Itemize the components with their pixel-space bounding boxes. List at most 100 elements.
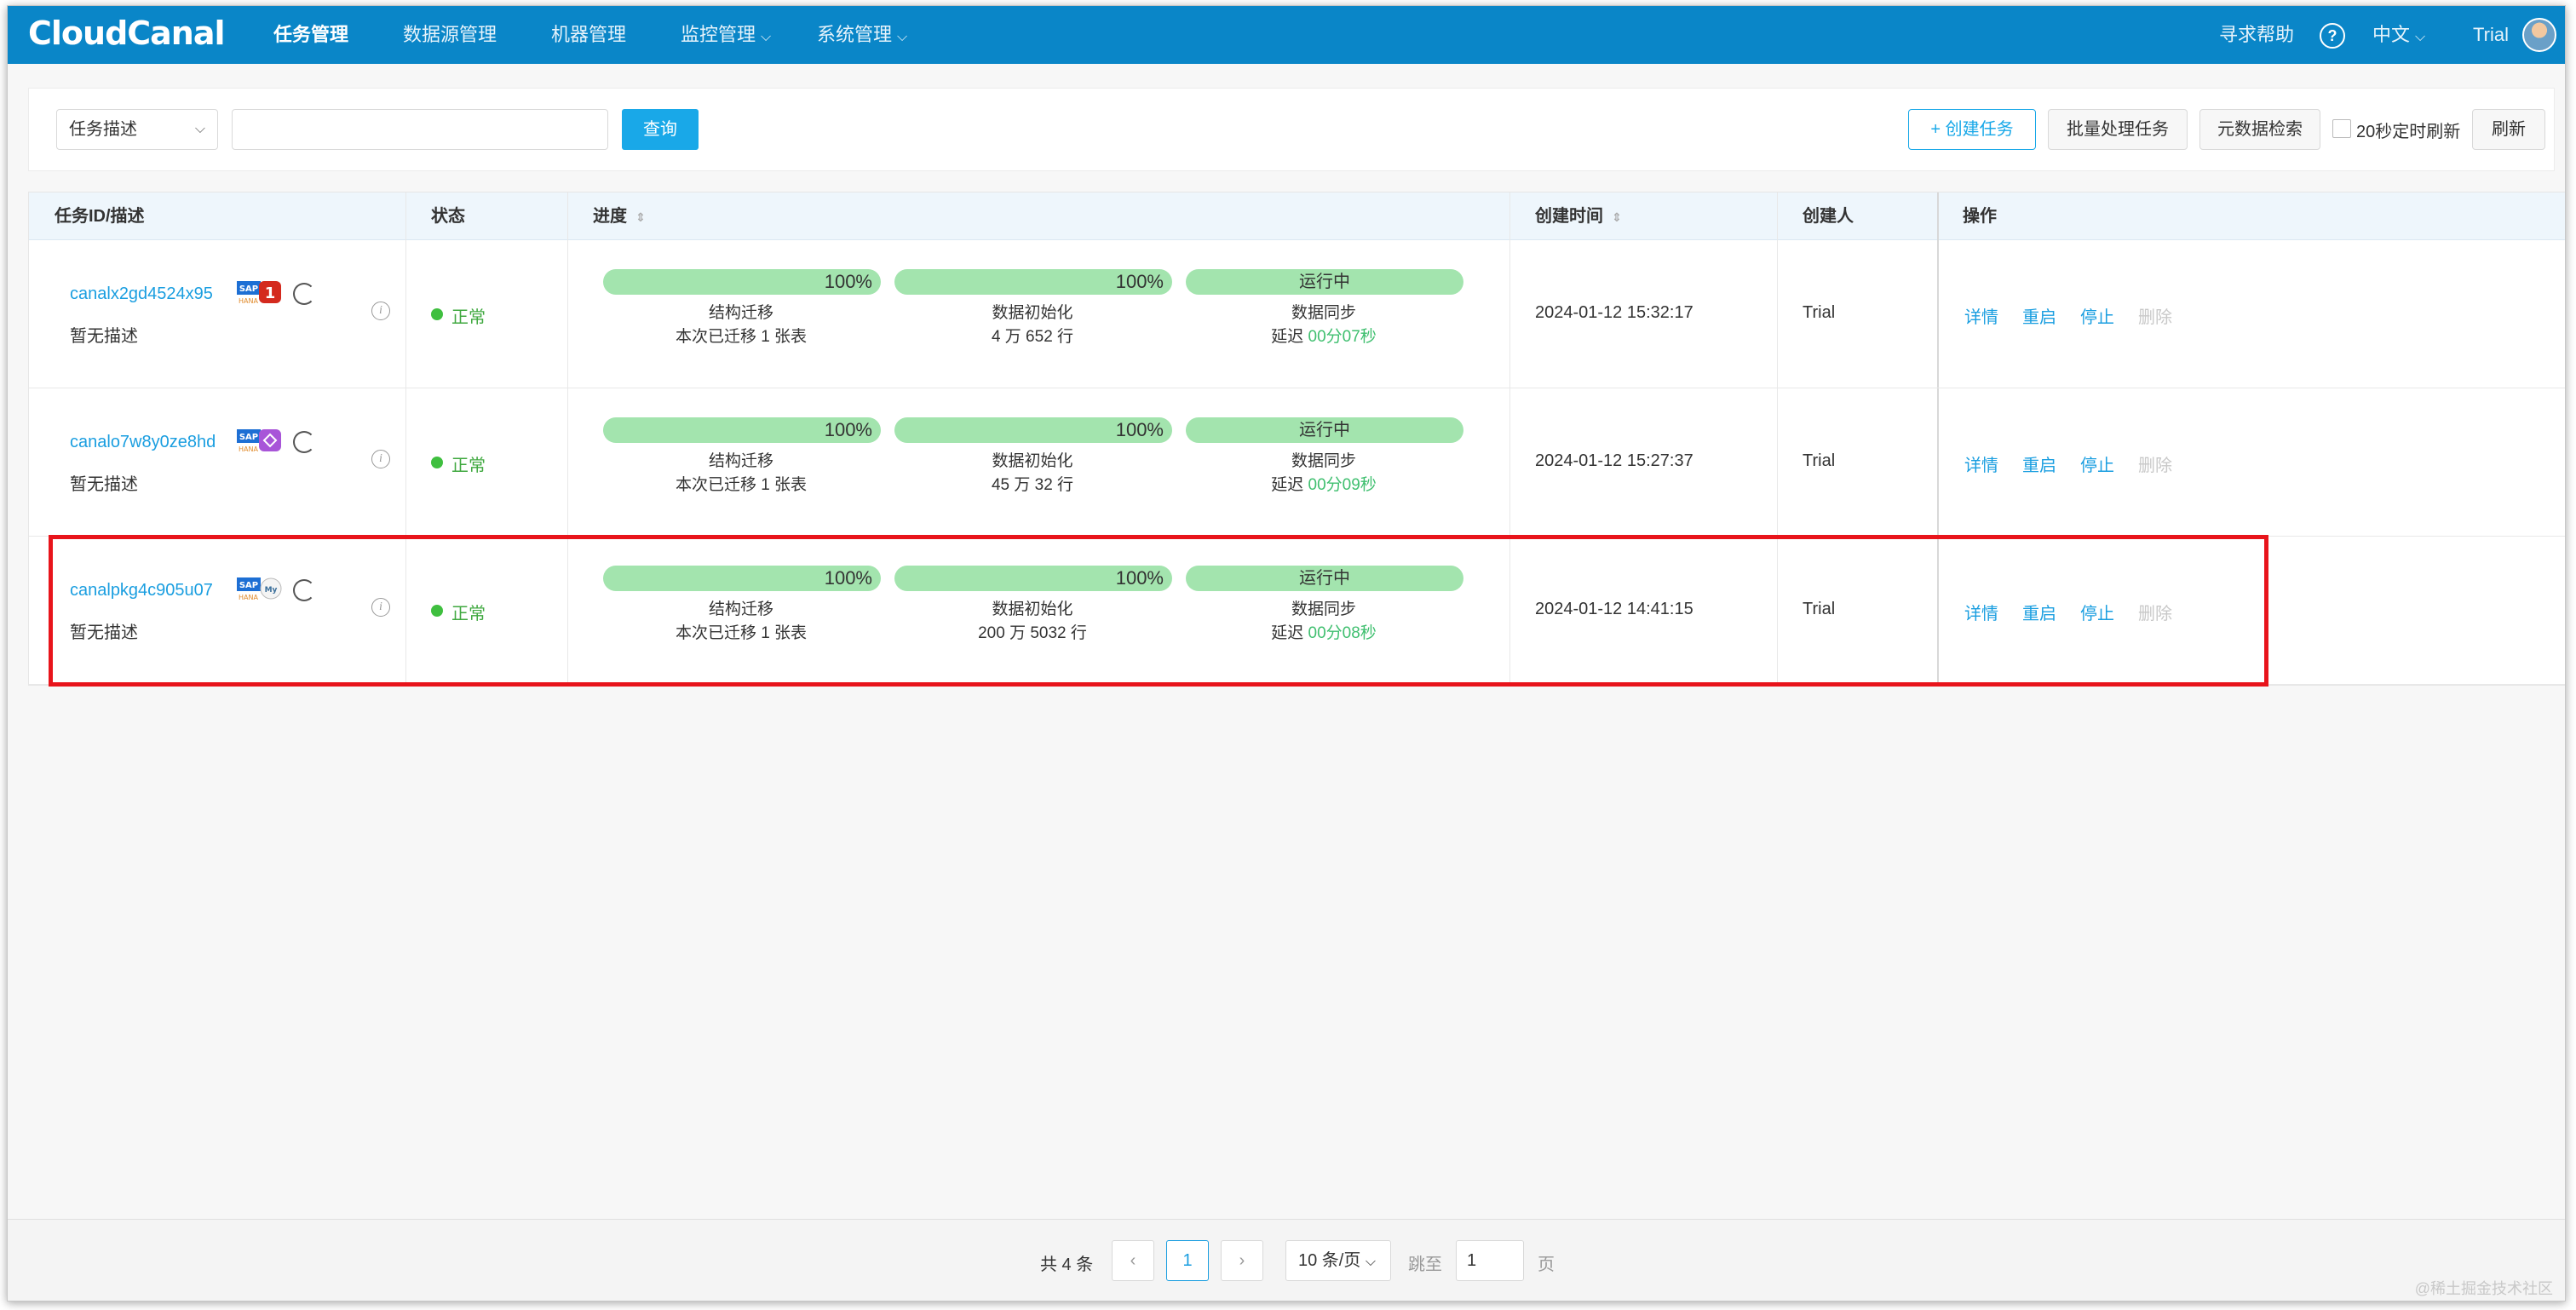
restart-link[interactable]: 重启: [2022, 451, 2056, 476]
chevron-down-icon: ⌵: [1365, 1255, 1377, 1269]
nav-label: 机器管理: [551, 24, 627, 45]
create-task-button[interactable]: + 创建任务: [1908, 109, 2036, 150]
page-suffix: 页: [1538, 1255, 1555, 1274]
nav-label: 监控管理: [681, 24, 756, 45]
nav-label: 数据源管理: [403, 24, 497, 45]
sync-label: 数据同步: [1291, 452, 1356, 470]
restart-link[interactable]: 重启: [2022, 303, 2056, 328]
svg-text:1: 1: [265, 284, 276, 302]
status-dot: [431, 457, 443, 468]
created-time: 2024-01-12 15:32:17: [1535, 303, 1693, 322]
creator: Trial: [1803, 303, 1836, 322]
chevron-down-icon: ⌵: [2415, 30, 2426, 44]
refresh-button[interactable]: 刷新: [2472, 109, 2545, 150]
column-header: 任务ID/描述: [55, 207, 145, 226]
structure-detail: 本次已迁移 1 张表: [675, 328, 808, 346]
table-row: canalo7w8y0ze8hd 暂无描述 SAP HANA i 正常 100%…: [29, 388, 2565, 537]
prev-page-button[interactable]: ‹: [1112, 1240, 1154, 1281]
jump-label: 跳至: [1408, 1255, 1442, 1274]
search-input[interactable]: [232, 109, 608, 150]
sync-task-icon: [293, 431, 315, 453]
question-icon[interactable]: ?: [2320, 23, 2345, 49]
creator: Trial: [1803, 451, 1836, 470]
nav-label: 系统管理: [817, 24, 893, 45]
created-time: 2024-01-12 15:27:37: [1535, 451, 1693, 470]
detail-link[interactable]: 详情: [1964, 451, 1998, 476]
language-label: 中文: [2372, 24, 2411, 45]
svg-text:SAP: SAP: [239, 433, 258, 442]
structure-detail: 本次已迁移 1 张表: [675, 476, 808, 494]
table-header: 任务ID/描述 状态 进度 ⇕ 创建时间 ⇕ 创建人 操作: [29, 192, 2565, 240]
page-1-button[interactable]: 1: [1166, 1240, 1209, 1281]
structure-label: 结构迁移: [708, 304, 773, 322]
svg-text:HANA: HANA: [239, 297, 258, 305]
svg-text:SAP: SAP: [239, 284, 258, 294]
status-badge: 正常: [451, 308, 486, 327]
auto-refresh-label: 20秒定时刷新: [2356, 123, 2461, 141]
structure-progress-bar: 100%: [603, 417, 881, 443]
task-id-link[interactable]: canalo7w8y0ze8hd: [70, 433, 216, 452]
auto-refresh-checkbox[interactable]: [2332, 119, 2351, 138]
user-name[interactable]: Trial: [2473, 6, 2509, 64]
delete-link[interactable]: 删除: [2138, 303, 2172, 328]
sort-icon: ⇕: [1612, 210, 1622, 224]
select-value: 任务描述: [69, 120, 137, 139]
nav-label: 任务管理: [273, 24, 349, 45]
highlight-box: [49, 535, 2268, 687]
filter-bar: 任务描述 ⌵ 查询 + 创建任务 批量处理任务 元数据检索 20秒定时刷新 刷新: [28, 88, 2555, 171]
init-label: 数据初始化: [992, 452, 1073, 470]
sap-to-purple-db-icon: SAP HANA: [237, 429, 281, 453]
app-window: CloudCanal 任务管理 数据源管理 机器管理 监控管理 ⌵ 系统管理 ⌵ 寻…: [7, 5, 2566, 1301]
query-button[interactable]: 查询: [622, 109, 699, 150]
init-label: 数据初始化: [992, 304, 1073, 322]
info-icon[interactable]: i: [371, 302, 390, 320]
logo: CloudCanal: [28, 14, 226, 52]
nav-item-monitor[interactable]: 监控管理 ⌵: [681, 6, 771, 64]
task-id-link[interactable]: canalx2gd4524x95: [70, 284, 213, 304]
task-description: 暂无描述: [70, 475, 138, 494]
column-label: 进度: [593, 207, 627, 226]
delay-value: 00分09秒: [1308, 476, 1377, 494]
delete-link[interactable]: 删除: [2138, 451, 2172, 476]
language-switch[interactable]: 中文 ⌵: [2372, 6, 2425, 64]
search-field-select[interactable]: 任务描述 ⌵: [56, 109, 218, 150]
chevron-down-icon: ⌵: [194, 122, 205, 136]
init-progress-bar: 100%: [894, 269, 1172, 295]
structure-progress-bar: 100%: [603, 269, 881, 295]
info-icon[interactable]: i: [371, 450, 390, 468]
task-description: 暂无描述: [70, 327, 138, 346]
next-page-button[interactable]: ›: [1221, 1240, 1263, 1281]
nav-item-task[interactable]: 任务管理: [273, 6, 348, 64]
nav-item-datasource[interactable]: 数据源管理: [403, 6, 497, 64]
nav-item-system[interactable]: 系统管理 ⌵: [817, 6, 907, 64]
column-header: 状态: [431, 207, 465, 226]
jump-page-input[interactable]: 1: [1456, 1240, 1524, 1281]
sync-label: 数据同步: [1291, 304, 1356, 322]
sync-delay: 延迟 00分09秒: [1186, 474, 1462, 497]
delay-prefix: 延迟: [1271, 328, 1304, 346]
page-size-select[interactable]: 10 条/页 ⌵: [1285, 1240, 1391, 1281]
status-badge: 正常: [451, 457, 486, 475]
column-header-progress[interactable]: 进度 ⇕: [593, 192, 646, 240]
detail-link[interactable]: 详情: [1964, 303, 1998, 328]
stop-link[interactable]: 停止: [2080, 451, 2114, 476]
status-dot: [431, 308, 443, 320]
batch-task-button[interactable]: 批量处理任务: [2048, 109, 2188, 150]
metadata-search-button[interactable]: 元数据检索: [2199, 109, 2320, 150]
sync-delay: 延迟 00分07秒: [1186, 325, 1462, 349]
nav-item-machine[interactable]: 机器管理: [551, 6, 626, 64]
table-row: canalx2gd4524x95 暂无描述 SAP HANA 1 i 正常 10…: [29, 240, 2565, 388]
sync-task-icon: [293, 283, 315, 305]
delay-value: 00分07秒: [1308, 328, 1377, 346]
column-label: 创建时间: [1535, 207, 1603, 226]
sap-to-red-db-icon: SAP HANA 1: [237, 281, 281, 305]
avatar[interactable]: [2522, 18, 2556, 52]
stop-link[interactable]: 停止: [2080, 303, 2114, 328]
column-header-created[interactable]: 创建时间 ⇕: [1535, 192, 1622, 240]
top-nav: CloudCanal 任务管理 数据源管理 机器管理 监控管理 ⌵ 系统管理 ⌵ 寻…: [8, 6, 2565, 64]
sort-icon: ⇕: [635, 210, 646, 224]
sync-status-bar: 运行中: [1186, 417, 1463, 443]
pagination: 共 4 条 ‹ 1 › 10 条/页 ⌵ 跳至 1 页 @稀土掘金技术社区: [8, 1219, 2565, 1301]
page-size-value: 10 条/页: [1298, 1251, 1361, 1270]
help-link[interactable]: 寻求帮助: [2219, 6, 2294, 64]
